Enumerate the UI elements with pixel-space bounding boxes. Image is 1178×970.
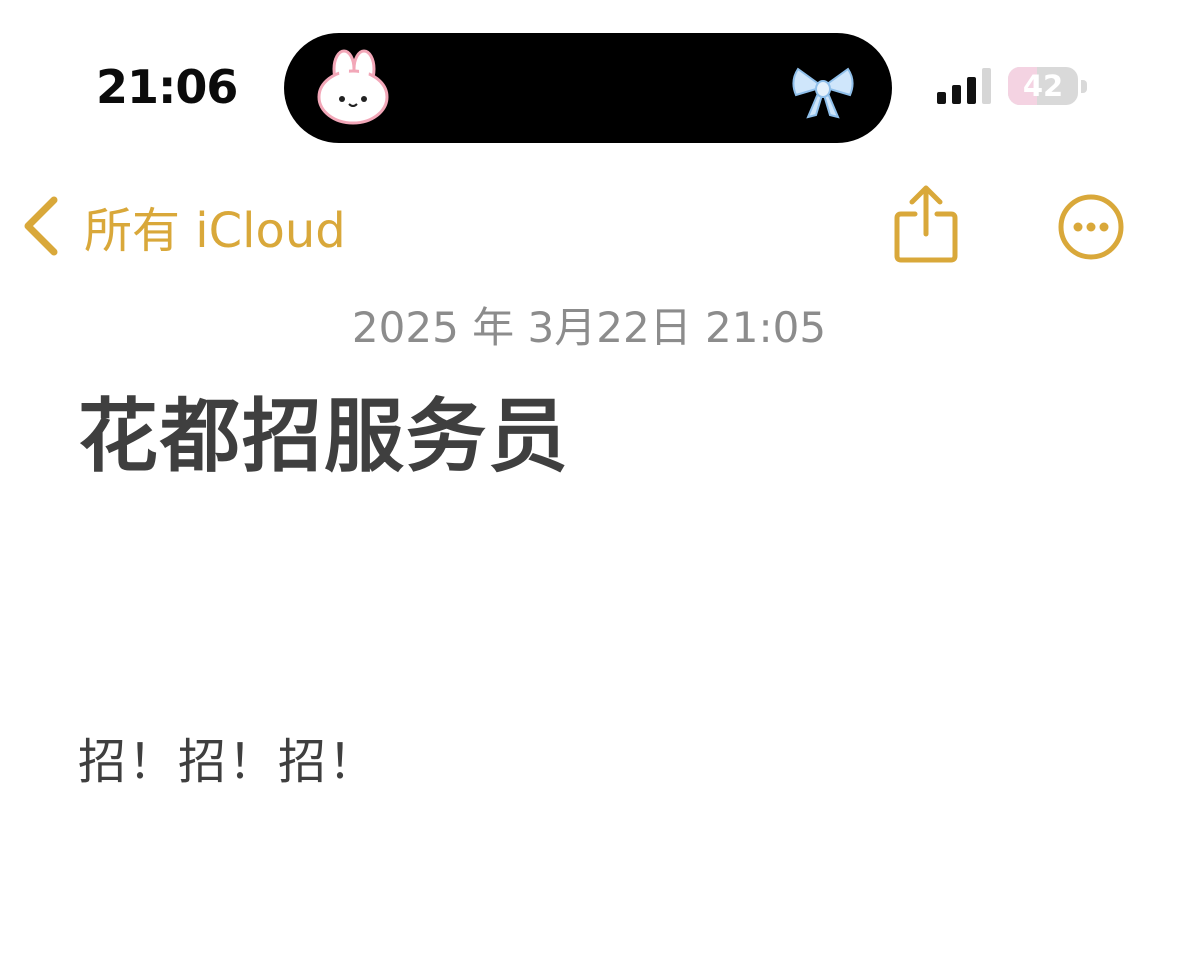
status-time: 21:06 bbox=[96, 60, 238, 114]
share-icon[interactable] bbox=[893, 184, 959, 264]
battery-level: 42 bbox=[1022, 69, 1064, 103]
bunny-sticker-icon bbox=[317, 49, 389, 125]
chevron-left-icon bbox=[24, 196, 58, 256]
battery-cap bbox=[1081, 80, 1087, 93]
battery-body: 42 bbox=[1008, 67, 1078, 105]
battery-indicator: 42 bbox=[1008, 67, 1088, 105]
back-button[interactable]: 所有 iCloud bbox=[20, 190, 346, 262]
blue-bow-icon bbox=[792, 67, 854, 119]
note-title[interactable]: 花都招服务员 bbox=[78, 372, 570, 488]
dynamic-island[interactable] bbox=[284, 33, 892, 143]
back-label: 所有 iCloud bbox=[84, 203, 346, 259]
notes-screen: 21:06 42 所有 iCloud 2025 年 3月22日 21:05 花都… bbox=[0, 0, 1178, 970]
cellular-signal-icon bbox=[937, 68, 991, 104]
ellipsis-circle-icon[interactable] bbox=[1057, 193, 1125, 261]
note-date: 2025 年 3月22日 21:05 bbox=[351, 303, 827, 352]
note-body[interactable]: 招！招！招！ bbox=[78, 722, 378, 792]
